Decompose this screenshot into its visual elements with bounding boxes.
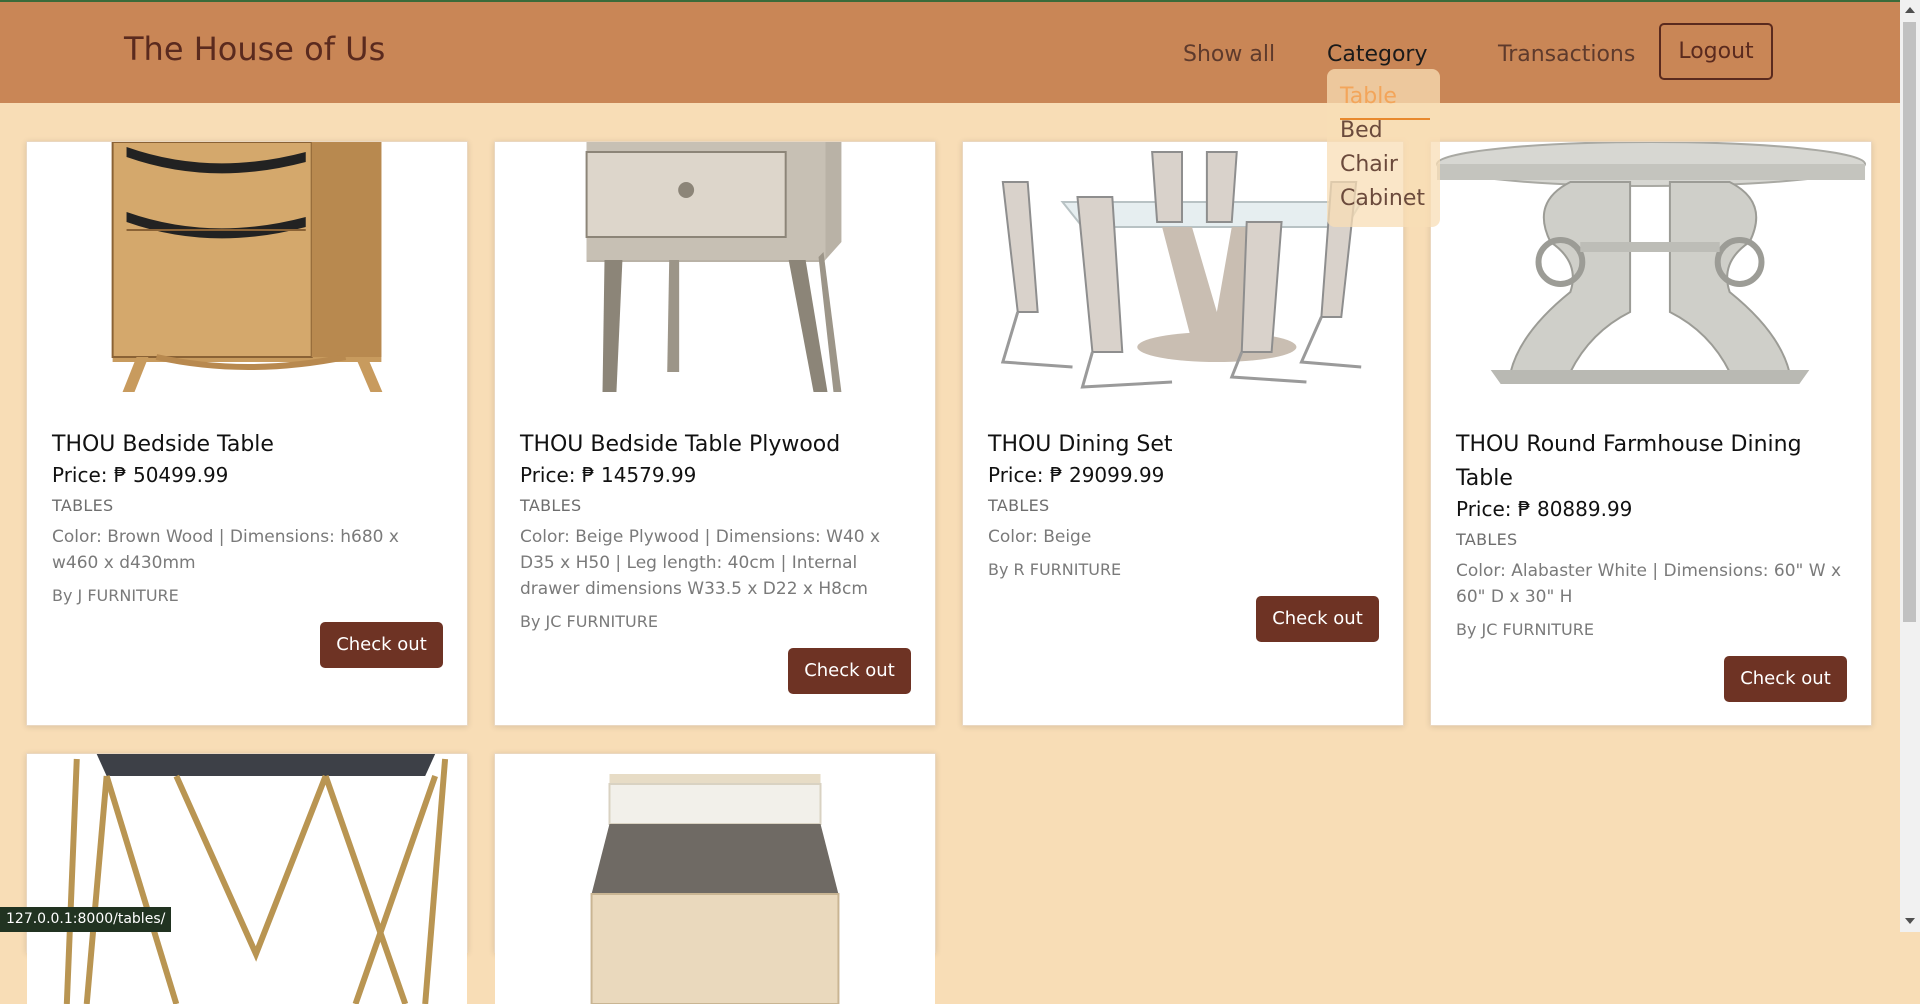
checkout-button[interactable]: Check out <box>320 622 443 668</box>
product-description: Color: Alabaster White | Dimensions: 60"… <box>1456 561 1842 607</box>
product-card <box>494 753 936 1004</box>
brand-title[interactable]: The House of Us <box>124 30 385 68</box>
product-image <box>495 142 935 392</box>
product-description: Color: Beige <box>988 527 1092 547</box>
product-title[interactable]: THOU Round Farmhouse Dining Table <box>1456 428 1846 496</box>
product-brand: By J FURNITURE <box>52 586 179 605</box>
scrollbar-thumb[interactable] <box>1903 22 1916 622</box>
product-brand: By R FURNITURE <box>988 560 1122 579</box>
nav-category[interactable]: Category <box>1327 42 1428 67</box>
scroll-down-arrow-icon[interactable] <box>1905 918 1915 924</box>
product-card: THOU Bedside Table Price: ₱ 50499.99 TAB… <box>26 141 468 726</box>
product-title[interactable]: THOU Dining Set <box>988 428 1378 462</box>
product-category: TABLES <box>520 496 582 515</box>
category-dropdown-menu: Table Bed Chair Cabinet <box>1327 69 1440 227</box>
product-category: TABLES <box>52 496 114 515</box>
product-image <box>27 142 467 392</box>
nav-transactions[interactable]: Transactions <box>1498 42 1635 67</box>
logout-button[interactable]: Logout <box>1659 23 1773 80</box>
product-description: Color: Beige Plywood | Dimensions: W40 x… <box>520 527 881 599</box>
dropdown-item-chair[interactable]: Chair <box>1340 152 1398 177</box>
product-category: TABLES <box>988 496 1050 515</box>
checkout-button[interactable]: Check out <box>1256 596 1379 642</box>
product-card: THOU Bedside Table Plywood Price: ₱ 1457… <box>494 141 936 726</box>
product-brand: By JC FURNITURE <box>1456 620 1594 639</box>
product-price: Price: ₱ 50499.99 <box>52 463 229 487</box>
product-title[interactable]: THOU Bedside Table Plywood <box>520 428 910 462</box>
product-brand: By JC FURNITURE <box>520 612 658 631</box>
product-image <box>27 754 467 1004</box>
status-bar-url: 127.0.0.1:8000/tables/ <box>0 907 172 932</box>
product-price: Price: ₱ 29099.99 <box>988 463 1165 487</box>
scroll-up-arrow-icon[interactable] <box>1905 7 1915 13</box>
checkout-button[interactable]: Check out <box>788 648 911 694</box>
product-card: THOU Round Farmhouse Dining Table Price:… <box>1430 141 1872 726</box>
product-card: THOU Dining Set Price: ₱ 29099.99 TABLES… <box>962 141 1404 726</box>
vertical-scrollbar[interactable] <box>1900 0 1920 932</box>
product-category: TABLES <box>1456 530 1518 549</box>
dropdown-item-table[interactable]: Table <box>1340 84 1397 109</box>
product-price: Price: ₱ 80889.99 <box>1456 497 1633 521</box>
product-image <box>495 754 935 1004</box>
product-description: Color: Brown Wood | Dimensions: h680 x w… <box>52 527 399 573</box>
product-title[interactable]: THOU Bedside Table <box>52 428 442 462</box>
product-image <box>1431 142 1871 392</box>
dropdown-item-bed[interactable]: Bed <box>1340 118 1383 143</box>
dropdown-item-cabinet[interactable]: Cabinet <box>1340 186 1425 211</box>
checkout-button[interactable]: Check out <box>1724 656 1847 702</box>
navbar: The House of Us Show all Category Transa… <box>0 2 1900 103</box>
product-price: Price: ₱ 14579.99 <box>520 463 697 487</box>
nav-show-all[interactable]: Show all <box>1183 42 1275 67</box>
